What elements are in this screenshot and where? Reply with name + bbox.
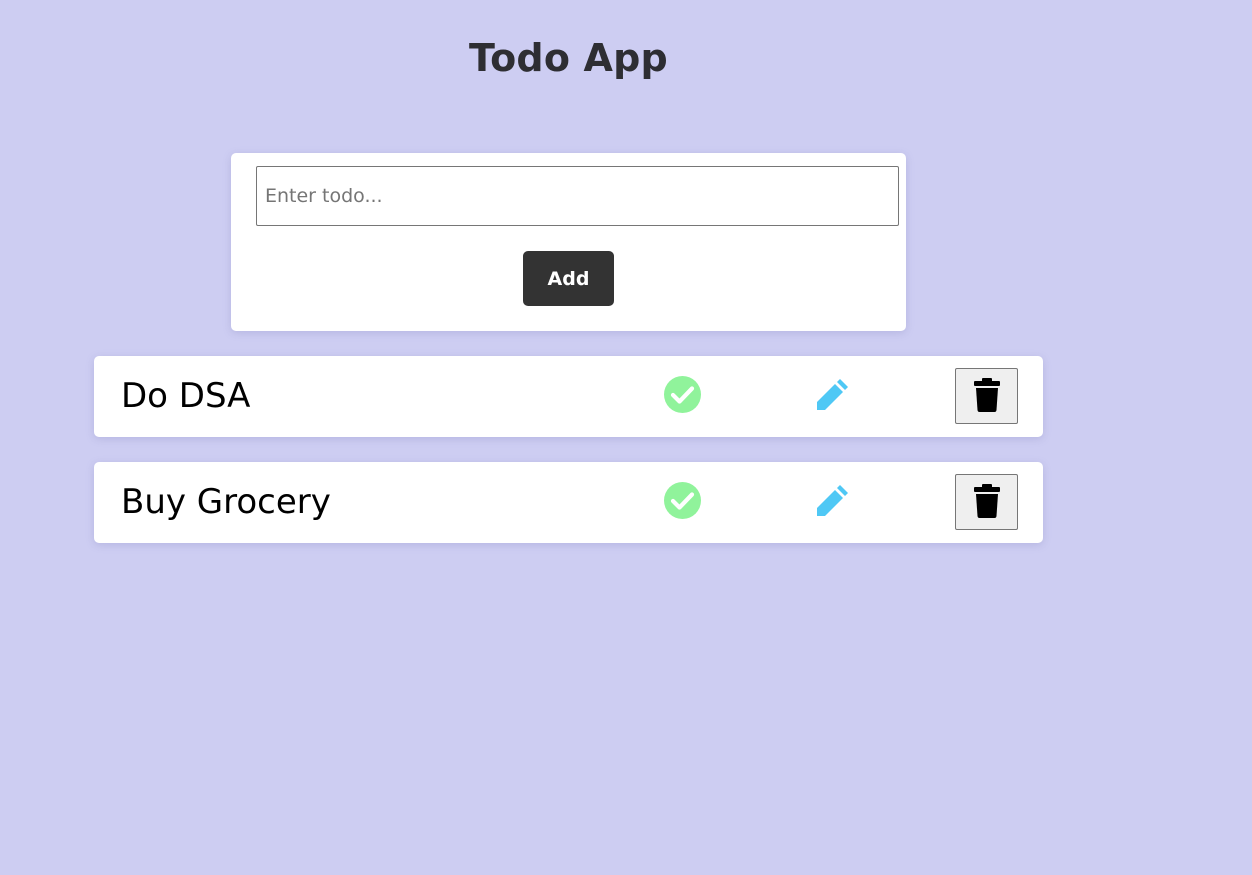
todo-input[interactable] <box>256 166 899 226</box>
check-circle-icon[interactable] <box>664 482 701 519</box>
page-title: Todo App <box>469 36 668 80</box>
pencil-icon[interactable] <box>814 482 851 519</box>
add-button[interactable]: Add <box>523 251 614 306</box>
todo-item: Do DSA <box>94 356 1043 437</box>
delete-button[interactable] <box>955 368 1018 424</box>
trash-icon <box>973 483 1000 521</box>
todo-text: Do DSA <box>121 376 251 416</box>
todo-item: Buy Grocery <box>94 462 1043 543</box>
todo-text: Buy Grocery <box>121 482 331 522</box>
add-todo-card: Add <box>231 153 906 331</box>
check-circle-icon[interactable] <box>664 376 701 413</box>
pencil-icon[interactable] <box>814 376 851 413</box>
delete-button[interactable] <box>955 474 1018 530</box>
todo-list: Do DSA Buy Grocery <box>94 356 1043 568</box>
trash-icon <box>973 377 1000 415</box>
